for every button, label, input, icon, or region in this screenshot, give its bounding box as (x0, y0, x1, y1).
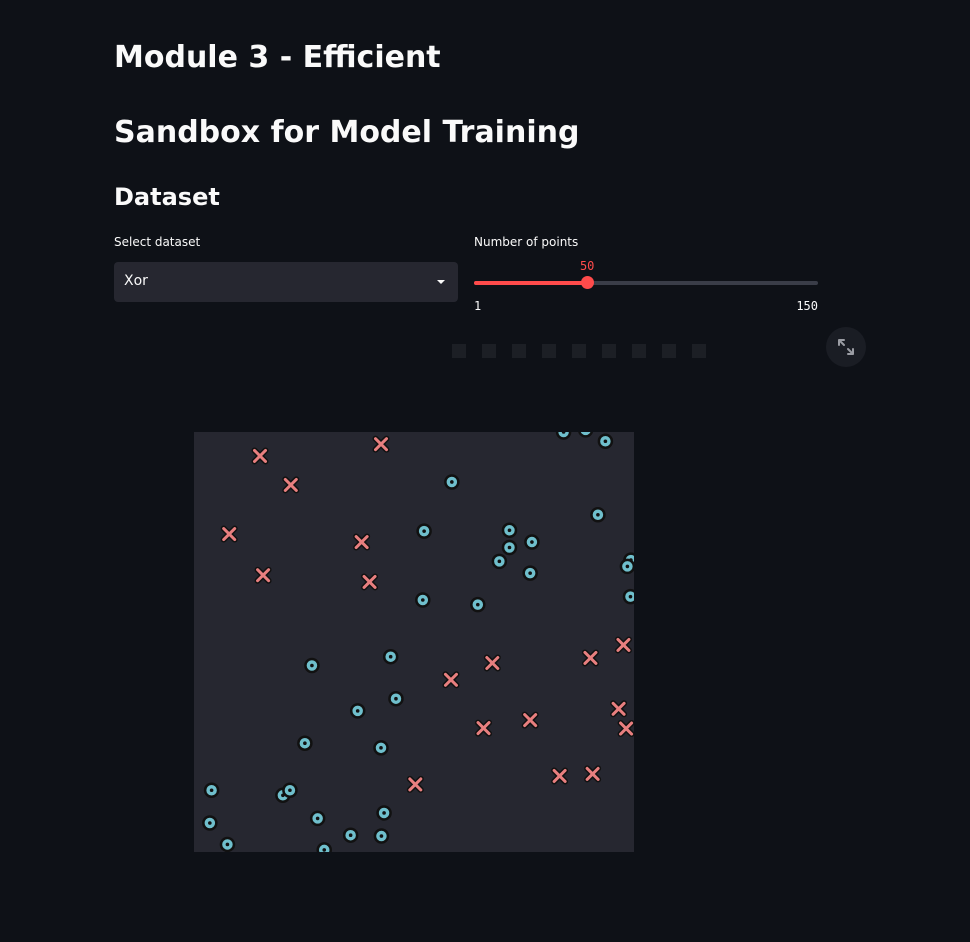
data-point-circle (522, 565, 538, 581)
slider-fill (474, 281, 588, 285)
data-point-circle (416, 523, 432, 539)
data-point-x (372, 435, 390, 453)
page-title: Module 3 - Efficient (114, 40, 441, 75)
data-point-circle (342, 827, 359, 843)
scatter-plot (194, 432, 634, 852)
fullscreen-button[interactable] (826, 327, 866, 367)
data-point-x (353, 533, 371, 551)
slider-thumb[interactable] (581, 276, 595, 289)
data-point-circle (444, 474, 460, 490)
slider-min-label: 1 (474, 299, 482, 313)
data-point-circle (304, 657, 320, 674)
data-point-circle (501, 539, 518, 556)
data-point-x (551, 767, 569, 785)
data-point-circle (524, 534, 540, 550)
plotly-logo-icon[interactable] (692, 344, 706, 358)
slider-max-label: 150 (796, 299, 818, 313)
data-point-circle (219, 836, 236, 852)
data-point-circle (415, 592, 431, 608)
data-point-circle (501, 522, 518, 539)
data-point-x (251, 447, 269, 465)
data-point-circle (578, 432, 594, 438)
points-slider[interactable]: 50 1 150 (474, 255, 818, 315)
data-point-x (610, 700, 628, 718)
data-point-circle (619, 558, 634, 575)
lasso-icon[interactable] (542, 344, 556, 358)
data-point-x (282, 476, 300, 494)
data-point-circle (622, 588, 634, 605)
select-dataset-label: Select dataset (114, 235, 201, 249)
data-point-circle (590, 506, 606, 523)
autoscale-icon[interactable] (632, 344, 646, 358)
data-point-circle (282, 782, 298, 799)
dataset-select-value: Xor (124, 273, 148, 289)
data-point-circle (597, 433, 614, 449)
data-point-circle (202, 815, 218, 831)
data-point-x (442, 671, 460, 689)
data-point-circle (382, 648, 399, 665)
data-point-x (254, 566, 272, 584)
data-point-circle (203, 782, 220, 799)
box-select-icon[interactable] (512, 344, 526, 358)
data-point-circle (388, 690, 404, 707)
chevron-down-icon (437, 280, 445, 284)
data-point-circle (470, 596, 486, 613)
data-point-x (617, 720, 634, 738)
data-point-x (483, 654, 501, 672)
data-point-x (361, 573, 379, 591)
data-point-circle (316, 842, 332, 852)
data-point-x (220, 525, 238, 543)
data-point-circle (309, 810, 326, 827)
zoom-icon[interactable] (482, 344, 496, 358)
data-point-circle (373, 828, 390, 844)
data-point-circle (373, 740, 389, 756)
data-point-circle (491, 553, 508, 570)
reset-icon[interactable] (662, 344, 676, 358)
data-point-x (614, 636, 632, 654)
data-point-circle (349, 703, 366, 719)
section-heading-dataset: Dataset (114, 183, 220, 211)
slider-track[interactable] (474, 281, 818, 285)
pan-icon[interactable] (452, 344, 466, 358)
data-point-x (581, 649, 599, 667)
data-point-x (521, 711, 539, 729)
page-subtitle: Sandbox for Model Training (114, 115, 580, 150)
data-point-x (584, 765, 602, 783)
chart-modebar (452, 344, 706, 358)
data-point-circle (376, 805, 392, 821)
data-point-x (475, 719, 493, 737)
zoom-out-icon[interactable] (602, 344, 616, 358)
fullscreen-icon (838, 339, 854, 355)
points-slider-label: Number of points (474, 235, 579, 249)
dataset-select[interactable]: Xor (114, 262, 458, 302)
slider-current-value: 50 (579, 259, 595, 273)
data-point-x (406, 775, 424, 793)
data-point-circle (297, 735, 313, 751)
data-point-circle (555, 432, 572, 440)
zoom-in-icon[interactable] (572, 344, 586, 358)
